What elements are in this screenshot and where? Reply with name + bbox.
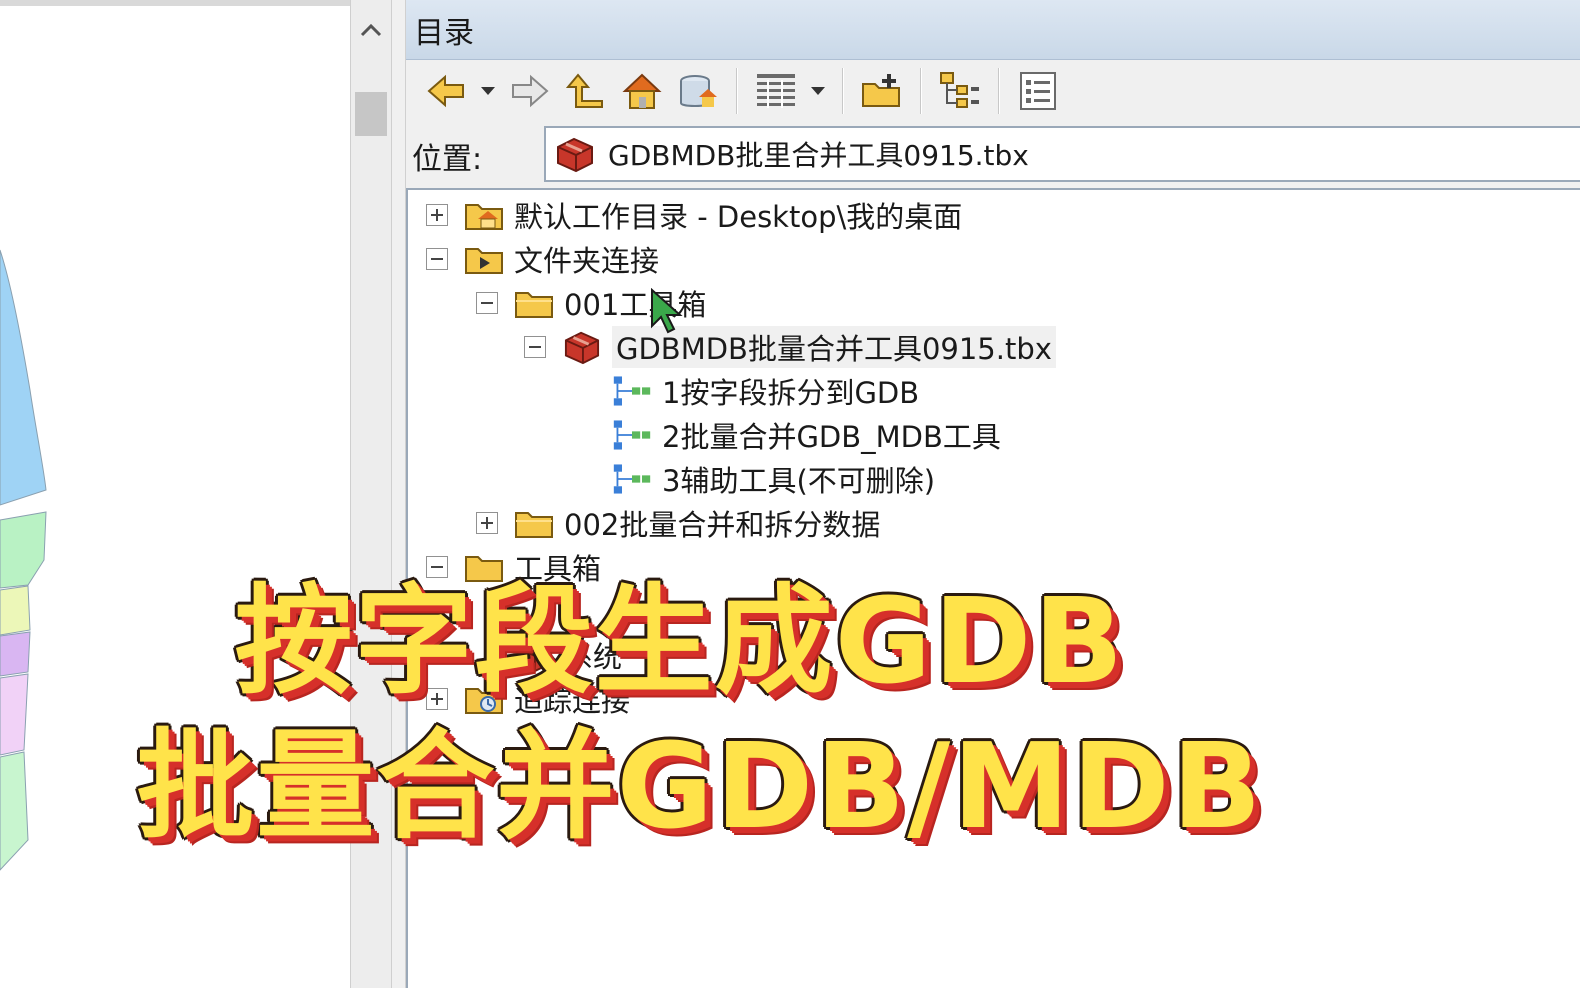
forward-button[interactable] xyxy=(502,65,558,117)
tree-item-label: 1按字段拆分到GDB xyxy=(662,376,920,410)
back-button[interactable] xyxy=(418,65,474,117)
folder-icon xyxy=(515,512,553,538)
dropdown-arrow-icon xyxy=(481,87,495,95)
toolbar-separator xyxy=(736,68,738,114)
toggle-contents-button[interactable] xyxy=(932,65,988,117)
connect-folder-icon xyxy=(862,74,900,107)
catalog-title: 目录 xyxy=(414,15,474,51)
tree-item-model-3[interactable]: 3辅助工具(不可删除) xyxy=(612,458,935,500)
tree-item-folder-connections[interactable]: 文件夹连接 xyxy=(426,238,659,280)
tree-item-label: 3辅助工具(不可删除) xyxy=(662,464,936,498)
up-one-level-button[interactable] xyxy=(558,65,614,117)
list-view-icon xyxy=(757,74,795,108)
caption-line-2: 批量合并GDB/MDB xyxy=(136,717,1264,855)
database-home-icon xyxy=(680,75,717,107)
folder-icon xyxy=(515,292,553,318)
back-history-dropdown[interactable] xyxy=(474,65,502,117)
forward-arrow-icon xyxy=(512,74,549,108)
tree-item-toolbox-tbx[interactable]: GDBMDB批量合并工具0915.tbx xyxy=(524,326,1056,368)
tree-item-default-workspace[interactable]: 默认工作目录 - Desktop\我的桌面 xyxy=(426,194,962,236)
toolbar-separator xyxy=(998,68,1000,114)
model-tool-icon xyxy=(613,376,651,406)
toolbox-icon xyxy=(557,137,593,173)
location-value: GDBMDB批里合并工具0915.tbx xyxy=(608,139,1029,172)
connect-to-folder-button[interactable] xyxy=(854,65,910,117)
home-button[interactable] xyxy=(614,65,670,117)
dropdown-arrow-icon xyxy=(811,87,825,95)
screen: 目录 位置: GDBMDB批里合并工具0915.tbx 默认工作目录 - Des… xyxy=(0,0,1580,988)
toolbar-separator xyxy=(920,68,922,114)
tree-item-model-1[interactable]: 1按字段拆分到GDB xyxy=(612,370,919,412)
view-dropdown[interactable] xyxy=(804,65,832,117)
home-icon xyxy=(622,73,662,109)
tree-item-label: 2批量合并GDB_MDB工具 xyxy=(662,420,1001,454)
collapse-icon[interactable] xyxy=(524,336,546,358)
up-folder-icon xyxy=(566,73,603,108)
tree-item-model-2[interactable]: 2批量合并GDB_MDB工具 xyxy=(612,414,1001,456)
catalog-title-bar[interactable]: 目录 xyxy=(406,0,1580,60)
tree-item-label: 文件夹连接 xyxy=(514,244,660,278)
model-tool-icon xyxy=(613,420,651,450)
expand-icon[interactable] xyxy=(476,512,498,534)
home-folder-icon xyxy=(465,204,503,230)
toolbox-icon xyxy=(564,331,600,365)
chevron-up-icon xyxy=(360,23,382,37)
expand-icon[interactable] xyxy=(426,204,448,226)
collapse-icon[interactable] xyxy=(476,292,498,314)
collapse-icon[interactable] xyxy=(426,248,448,270)
scroll-up-button[interactable] xyxy=(351,8,391,52)
scroll-thumb[interactable] xyxy=(355,92,387,136)
mouse-cursor-icon xyxy=(651,288,683,334)
tree-item-folder-002[interactable]: 002批量合并和拆分数据 xyxy=(476,502,880,544)
options-button[interactable] xyxy=(1010,65,1066,117)
toolbar-separator xyxy=(842,68,844,114)
model-tool-icon xyxy=(613,464,651,494)
location-bar: 位置: GDBMDB批里合并工具0915.tbx xyxy=(406,122,1580,188)
catalog-toolbar xyxy=(406,62,1580,120)
location-label: 位置: xyxy=(412,142,483,177)
options-icon xyxy=(1020,72,1056,110)
back-arrow-icon xyxy=(427,74,464,108)
view-button[interactable] xyxy=(748,65,804,117)
default-geodatabase-button[interactable] xyxy=(670,65,726,117)
tree-view-icon xyxy=(940,72,979,108)
tree-item-label: 001工具箱 xyxy=(564,288,707,322)
tree-item-label: 002批量合并和拆分数据 xyxy=(564,508,881,542)
folder-connection-icon xyxy=(465,248,503,274)
location-input[interactable]: GDBMDB批里合并工具0915.tbx xyxy=(544,126,1580,182)
map-polygon-blue xyxy=(0,249,47,506)
tree-item-label: 默认工作目录 - Desktop\我的桌面 xyxy=(514,200,963,234)
